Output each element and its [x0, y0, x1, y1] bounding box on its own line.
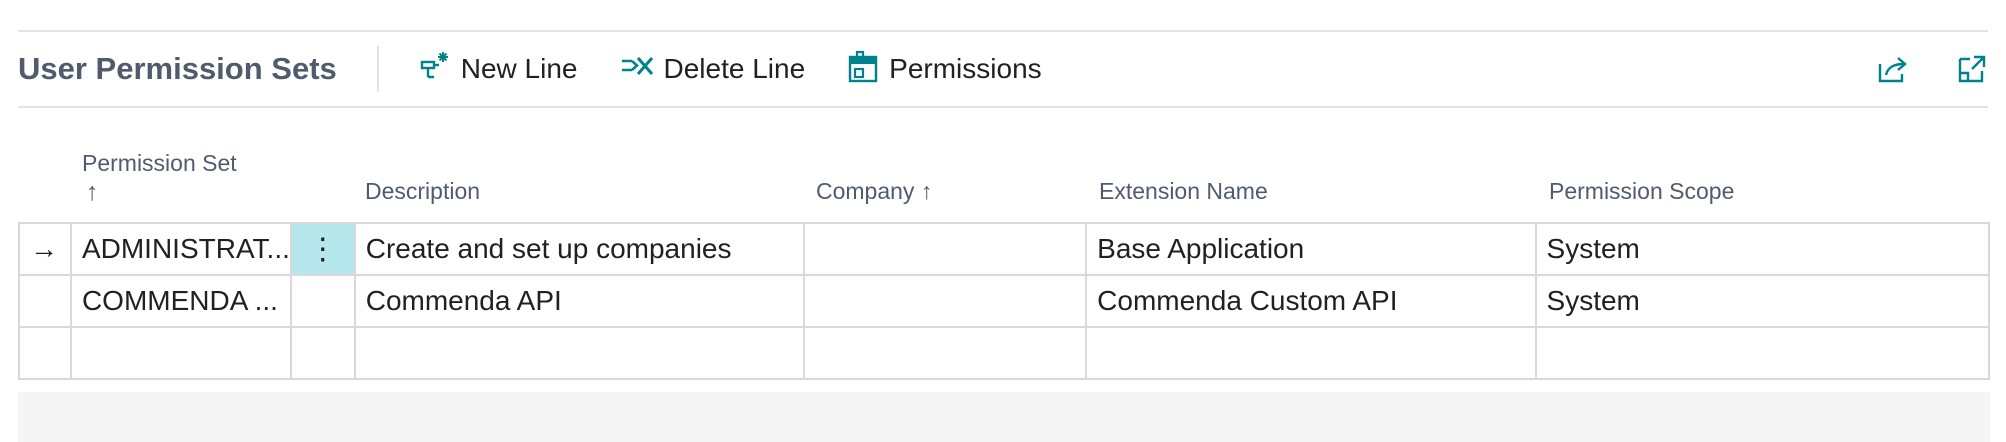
row-menu-kebab-icon[interactable]: ⋮ [289, 222, 356, 276]
action-bar: User Permission Sets New Line Delete Lin… [18, 32, 1988, 108]
column-header-description[interactable]: Description [365, 178, 480, 205]
table-row[interactable]: COMMENDA ... Commenda API Commenda Custo… [18, 274, 1991, 328]
row-menu-cell[interactable] [289, 274, 356, 328]
new-line-icon [419, 50, 461, 89]
column-header-company[interactable]: Company ↑ [816, 178, 932, 205]
delete-line-icon [620, 50, 664, 89]
share-icon[interactable] [1876, 54, 1910, 84]
description-cell[interactable] [353, 326, 806, 380]
permission-scope-cell[interactable]: System [1534, 274, 1991, 328]
description-cell[interactable]: Create and set up companies [353, 222, 806, 276]
column-header-permission-set[interactable]: Permission Set [82, 150, 237, 177]
permission-set-cell[interactable] [69, 326, 292, 380]
new-line-button[interactable]: New Line [419, 50, 578, 89]
column-header-extension-name[interactable]: Extension Name [1099, 178, 1268, 205]
row-menu-cell[interactable] [289, 326, 356, 380]
row-indicator-arrow-icon: → [18, 222, 72, 276]
column-header-permission-scope[interactable]: Permission Scope [1549, 178, 1734, 205]
permissions-button[interactable]: Permissions [847, 49, 1042, 90]
permissions-icon [847, 49, 889, 90]
description-cell[interactable]: Commenda API [353, 274, 806, 328]
delete-line-label: Delete Line [663, 53, 806, 84]
new-line-label: New Line [460, 53, 578, 84]
table-row[interactable]: → ADMINISTRAT... ⋮ Create and set up com… [18, 222, 1991, 276]
sort-ascending-icon: ↑ [86, 178, 99, 206]
company-cell[interactable] [803, 326, 1088, 380]
company-cell[interactable] [803, 222, 1088, 276]
delete-line-button[interactable]: Delete Line [620, 50, 806, 89]
column-headers: Permission Set ↑ Description Company ↑ E… [18, 140, 1990, 222]
permission-scope-cell[interactable] [1534, 326, 1991, 380]
extension-name-cell[interactable]: Base Application [1085, 222, 1537, 276]
permission-sets-table: → ADMINISTRAT... ⋮ Create and set up com… [18, 222, 1991, 380]
table-footer-area [18, 392, 1990, 442]
permission-set-cell[interactable]: ADMINISTRAT... [69, 222, 292, 276]
extension-name-cell[interactable]: Commenda Custom API [1085, 274, 1537, 328]
toolbar-separator [376, 46, 379, 92]
permissions-label: Permissions [889, 53, 1042, 84]
extension-name-cell[interactable] [1085, 326, 1537, 380]
permission-scope-cell[interactable]: System [1534, 222, 1991, 276]
sort-ascending-icon: ↑ [920, 178, 933, 204]
row-indicator [18, 326, 72, 380]
page-title: User Permission Sets [18, 51, 337, 86]
permission-set-cell[interactable]: COMMENDA ... [69, 274, 292, 328]
table-row-empty[interactable] [18, 326, 1991, 380]
company-cell[interactable] [803, 274, 1088, 328]
expand-icon[interactable] [1956, 53, 1988, 85]
row-indicator [18, 274, 72, 328]
